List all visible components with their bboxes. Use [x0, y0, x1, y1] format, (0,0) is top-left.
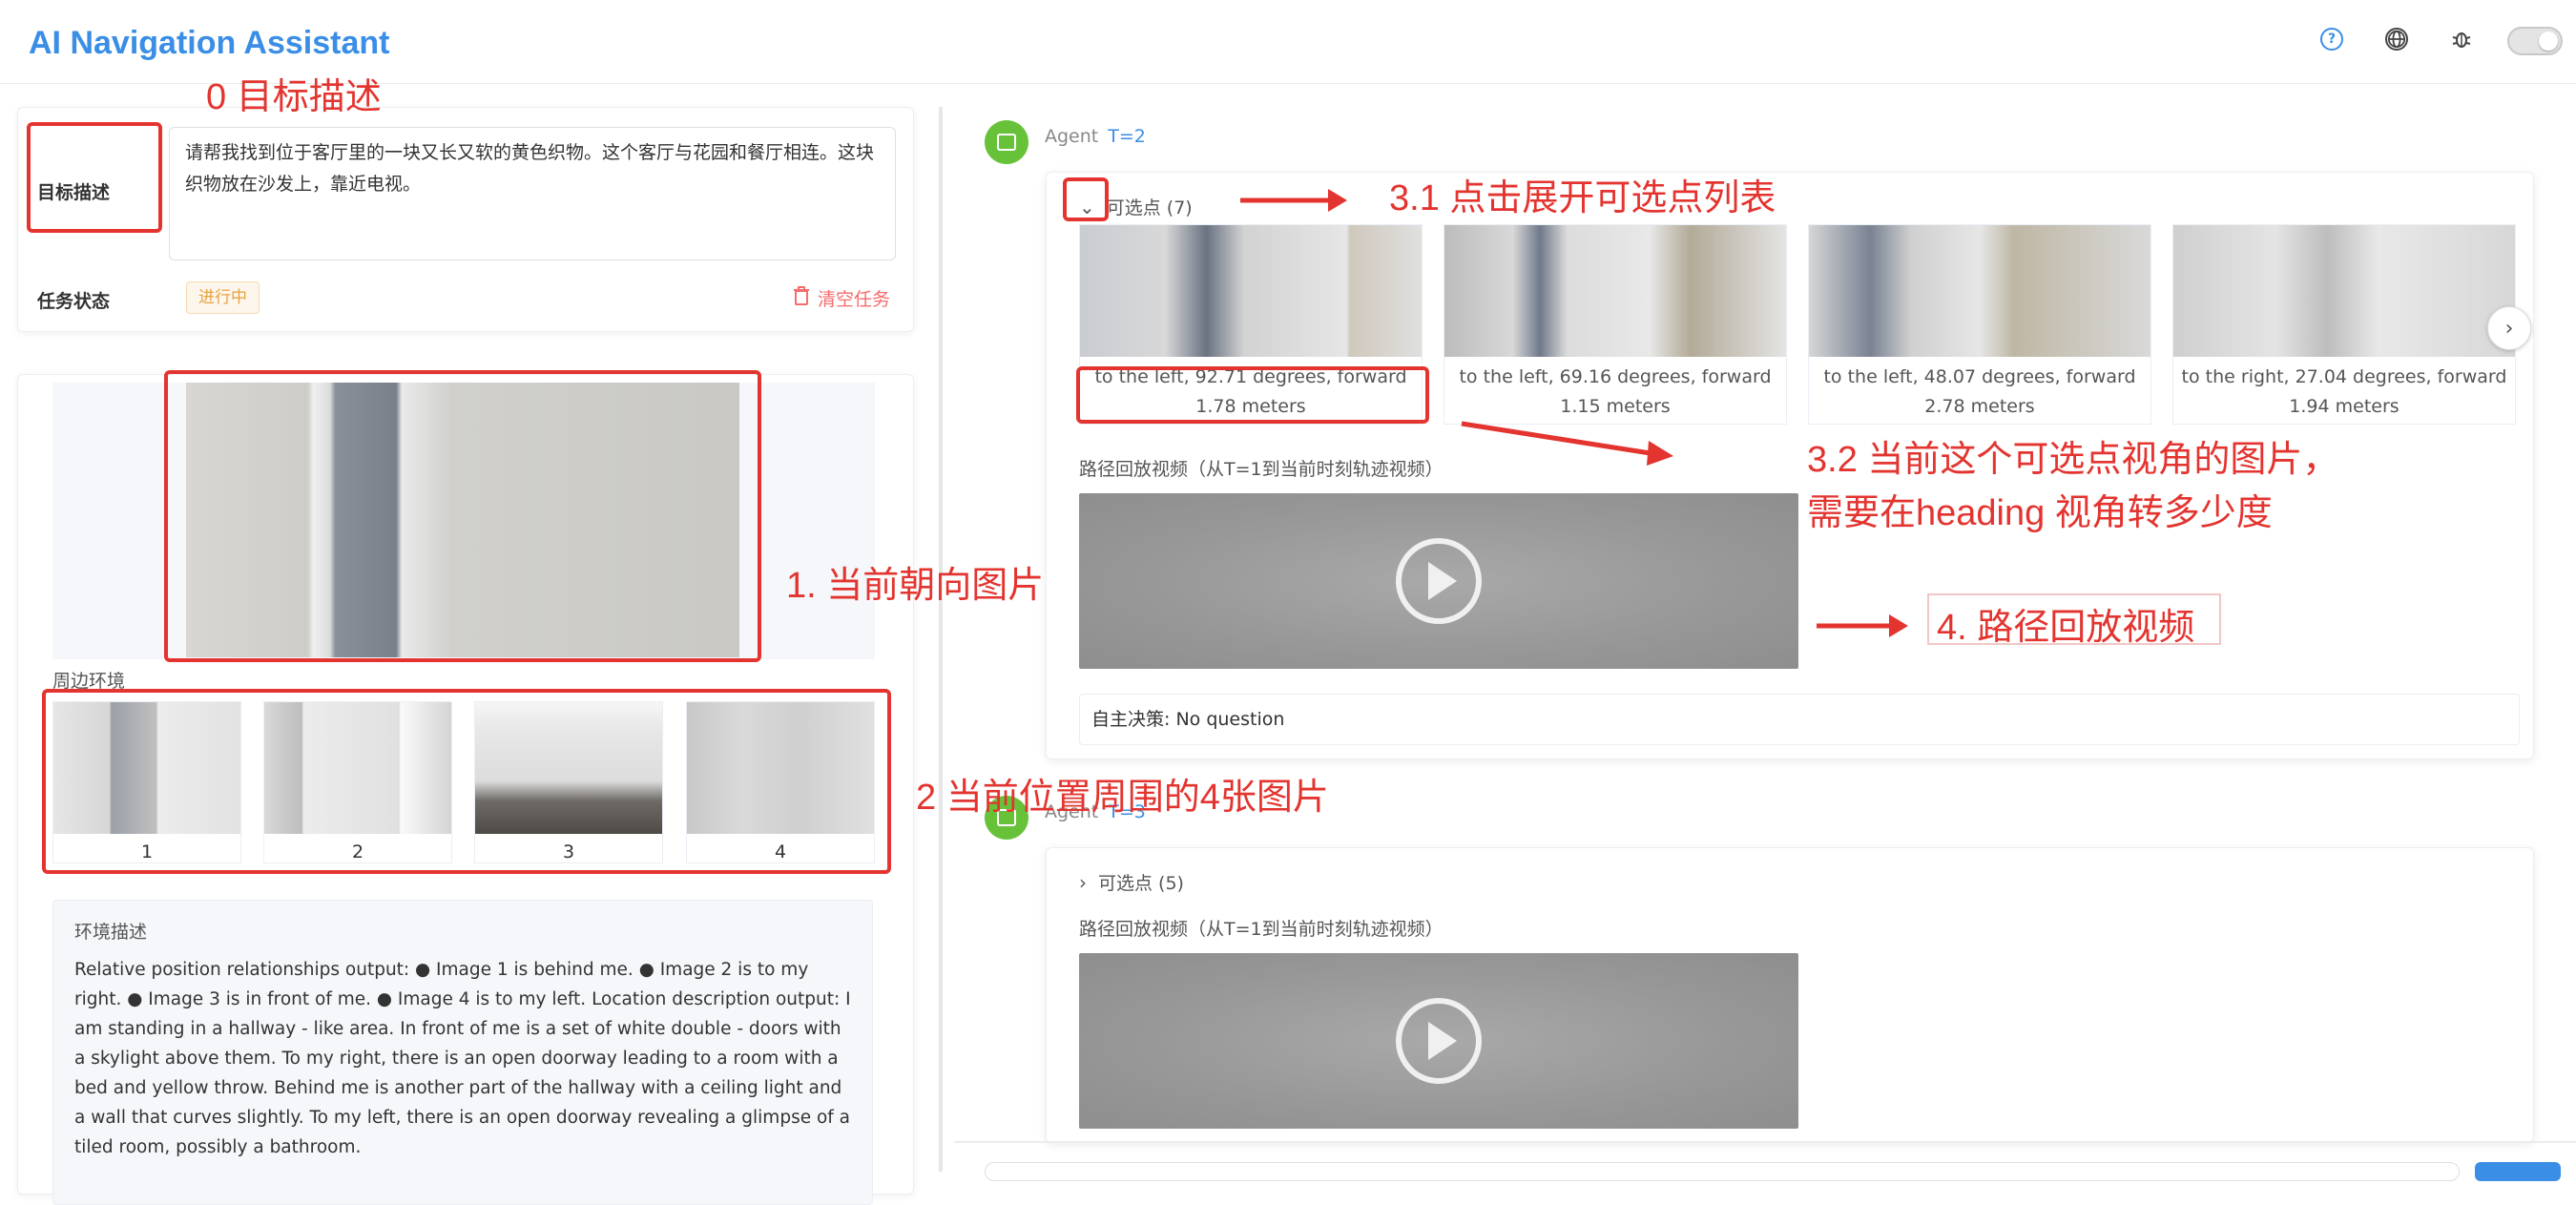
annotation-box-surround	[42, 689, 891, 874]
annotation-surround: 2 当前位置周围的4张图片	[916, 778, 1329, 818]
agent-timestep: T=2	[1108, 126, 1146, 147]
candidates-label: 可选点 (7)	[1106, 197, 1193, 218]
annotation-box-caption	[1076, 366, 1429, 424]
clear-task-label: 清空任务	[818, 289, 891, 310]
environment-description: 环境描述 Relative position relationships out…	[52, 900, 873, 1205]
annotation-goal: 0 目标描述	[206, 77, 382, 117]
status-badge: 进行中	[186, 281, 260, 314]
annotation-caption-line2: 需要在heading 视角转多少度	[1807, 493, 2273, 533]
chat-input[interactable]	[985, 1162, 2460, 1181]
environment-text: Relative position relationships output: …	[74, 960, 851, 1157]
agent-name: Agent	[1045, 126, 1099, 147]
candidates-toggle[interactable]: › 可选点 (5)	[1079, 869, 1184, 895]
candidate-card[interactable]: to the left, 69.16 degrees, forward 1.15…	[1444, 224, 1787, 425]
trash-icon	[793, 286, 810, 310]
status-label: 任务状态	[37, 291, 111, 312]
clear-task-button[interactable]: 清空任务	[793, 285, 890, 311]
annotation-arrow-toggle	[1240, 189, 1347, 212]
play-icon[interactable]	[1396, 538, 1482, 624]
annotation-caption-line1: 3.2 当前这个可选点视角的图片，	[1807, 440, 2339, 480]
decision-label: 自主决策:	[1091, 709, 1171, 730]
candidate-card[interactable]: to the right, 27.04 degrees, forward 1.9…	[2172, 224, 2516, 425]
goal-textarea[interactable]: 请帮我找到位于客厅里的一块又长又软的黄色织物。这个客厅与花园和餐厅相连。这块织物…	[169, 127, 896, 260]
candidate-image	[2173, 225, 2515, 357]
robot-icon	[997, 134, 1016, 151]
annotation-toggle: 3.1 点击展开可选点列表	[1389, 178, 1776, 218]
panel-divider[interactable]	[939, 107, 943, 1172]
agent-message-card: › 可选点 (5) 路径回放视频（从T=1到当前时刻轨迹视频）	[1046, 847, 2534, 1143]
annotation-arrow-video	[1817, 614, 1908, 637]
decision-value: No question	[1175, 709, 1285, 730]
environment-title: 环境描述	[74, 922, 148, 943]
annotation-current-view: 1. 当前朝向图片	[786, 566, 1045, 606]
input-separator	[954, 1141, 2576, 1143]
play-triangle	[1428, 1022, 1457, 1060]
candidate-card[interactable]: to the left, 48.07 degrees, forward 2.78…	[1808, 224, 2151, 425]
video-label: 路径回放视频（从T=1到当前时刻轨迹视频）	[1079, 459, 1444, 480]
annotation-arrow-caption	[1461, 421, 1673, 466]
toggle-knob	[2539, 31, 2558, 51]
carousel-next-button[interactable]: ›	[2487, 306, 2531, 350]
bug-icon[interactable]	[2450, 28, 2473, 51]
send-button[interactable]	[2475, 1162, 2561, 1181]
annotation-video: 4. 路径回放视频	[1937, 608, 2195, 648]
annotation-box-goal	[27, 122, 162, 233]
theme-toggle[interactable]	[2507, 27, 2563, 55]
candidate-caption: to the right, 27.04 degrees, forward 1.9…	[2181, 366, 2507, 417]
app-header: AI Navigation Assistant ?	[0, 0, 2576, 84]
agent-avatar	[985, 120, 1028, 164]
video-label: 路径回放视频（从T=1到当前时刻轨迹视频）	[1079, 919, 1444, 940]
candidates-label: 可选点 (5)	[1098, 873, 1184, 894]
play-triangle	[1428, 562, 1457, 600]
app-title: AI Navigation Assistant	[29, 25, 390, 61]
candidate-image	[1080, 225, 1422, 357]
chevron-right-icon: ›	[2504, 316, 2514, 341]
candidate-image	[1444, 225, 1786, 357]
agent-header: Agent T=2	[1045, 126, 1146, 147]
play-icon[interactable]	[1396, 998, 1482, 1084]
decision-box: 自主决策: No question	[1079, 694, 2520, 745]
candidate-caption: to the left, 48.07 degrees, forward 2.78…	[1823, 366, 2136, 417]
annotation-box-current-view	[164, 370, 761, 662]
candidate-image	[1809, 225, 2150, 357]
path-replay-video[interactable]	[1079, 493, 1798, 669]
annotation-box-toggle	[1063, 177, 1109, 221]
globe-icon[interactable]	[2385, 28, 2408, 51]
path-replay-video[interactable]	[1079, 953, 1798, 1129]
help-icon[interactable]: ?	[2320, 28, 2343, 51]
chevron-right-icon: ›	[1079, 870, 1087, 894]
